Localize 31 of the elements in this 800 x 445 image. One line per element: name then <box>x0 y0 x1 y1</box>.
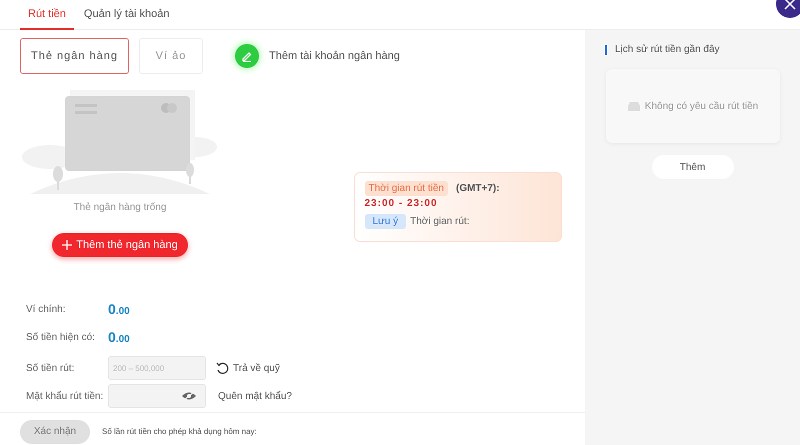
password-label: Mật khẩu rút tiền: <box>26 390 104 404</box>
tab[interactable]: Quản lý tài khoản <box>76 0 178 30</box>
amount-field[interactable]: 200 – 500,000 <box>108 356 206 380</box>
withdraw-time-value: 23:00 - 23:00 <box>364 197 439 211</box>
inbox-icon <box>626 100 641 112</box>
pencil-icon <box>235 44 260 68</box>
more-button[interactable]: Thêm <box>652 155 734 179</box>
note-tag: Lưu ý <box>364 214 406 229</box>
withdraw-time-tag: Thời gian rút tiền <box>364 181 448 196</box>
balance-value: 0.00 <box>108 300 130 318</box>
limit-text: Số lần rút tiền cho phép khả dụng hôm nay: <box>102 426 257 438</box>
note-text: Thời gian rút: <box>410 215 470 229</box>
plus-icon <box>62 240 72 250</box>
balance-label: Số tiền hiện có: <box>26 330 96 344</box>
add-account-link[interactable]: Thêm tài khoản ngân hàng <box>235 44 400 68</box>
refresh-icon <box>216 362 229 374</box>
close-icon <box>784 0 796 10</box>
add-card-button[interactable]: Thêm thẻ ngân hàng <box>52 233 188 257</box>
empty-state-text: Thẻ ngân hàng trống <box>74 201 166 215</box>
tab[interactable]: Rút tiền <box>20 0 74 30</box>
forgot-password-link[interactable]: Quên mật khẩu? <box>218 388 292 404</box>
balance-label: Ví chính: <box>26 302 66 316</box>
refund-link[interactable]: Trả về quỹ <box>216 360 280 376</box>
balance-value: 0.00 <box>108 328 130 346</box>
amount-label: Số tiền rút: <box>26 362 76 376</box>
timezone-text: (GMT+7): <box>456 182 500 196</box>
history-empty-text: Không có yêu cầu rút tiền <box>644 100 758 114</box>
history-title: Lịch sử rút tiền gần đây <box>615 43 720 57</box>
password-field[interactable] <box>108 384 206 408</box>
eye-slash-icon[interactable] <box>181 391 197 401</box>
account-type-tab[interactable]: Thẻ ngân hàng <box>20 38 130 74</box>
